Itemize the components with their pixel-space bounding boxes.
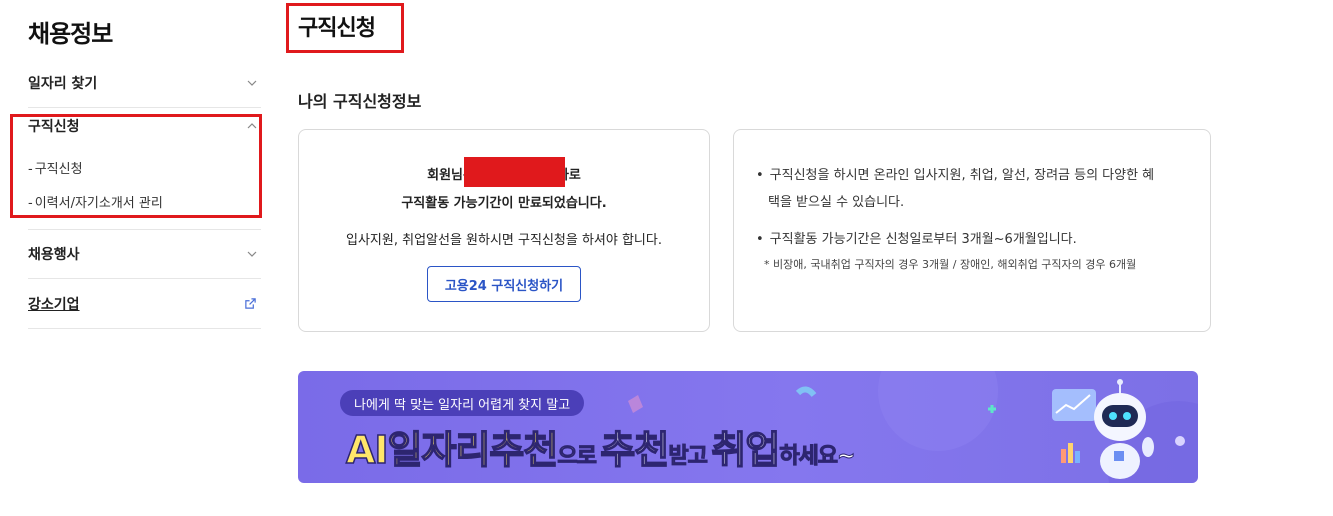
page-title-highlight-box	[286, 3, 404, 53]
status-line-2: 구직활동 가능기간이 만료되었습니다.	[401, 196, 607, 211]
ai-job-recommendation-banner[interactable]: 나에게 딱 맞는 일자리 어렵게 찾지 말고 AI일자리추천으로 추천받고 취업…	[298, 371, 1198, 483]
sidebar-item-label: 일자리 찾기	[28, 75, 98, 92]
banner-headline: AI일자리추천으로 추천받고 취업하세요~	[345, 419, 856, 474]
info-bullet-1-cont: 택을 받으실 수 있습니다.	[768, 195, 905, 210]
banner-headline-part3: 추천	[600, 427, 670, 473]
sidebar-item-small-giant-companies[interactable]: 강소기업	[28, 279, 261, 329]
banner-headline-part5: 취업	[711, 427, 781, 473]
chevron-down-icon	[247, 80, 257, 86]
sidebar-item-label: 강소기업	[28, 296, 80, 313]
banner-headline-ai: AI일자리추천	[345, 427, 559, 473]
sidebar-highlight-box	[10, 114, 262, 218]
sidebar-title: 채용정보	[28, 20, 113, 48]
status-line-3: 입사지원, 취업알선을 원하시면 구직신청을 하셔야 합니다.	[346, 233, 662, 248]
bullet-dot: •	[756, 232, 764, 247]
info-bullet-2-text: 구직활동 가능기간은 신청일로부터 3개월~6개월입니다.	[769, 232, 1077, 247]
info-note: * 비장애, 국내취업 구직자의 경우 3개월 / 장애인, 해외취업 구직자의…	[764, 258, 1137, 271]
info-bullet-1: • 구직신청을 하시면 온라인 입사지원, 취업, 알선, 장려금 등의 다양한 …	[756, 164, 1154, 183]
section-title: 나의 구직신청정보	[298, 92, 422, 111]
sidebar-item-job-events[interactable]: 채용행사	[28, 229, 261, 279]
chevron-down-icon	[247, 251, 257, 257]
info-card: • 구직신청을 하시면 온라인 입사지원, 취업, 알선, 장려금 등의 다양한 …	[733, 129, 1211, 332]
status-card: 회원님은 자로 구직활동 가능기간이 만료되었습니다. 입사지원, 취업알선을 원…	[298, 129, 710, 332]
banner-headline-part4: 받고	[668, 444, 709, 470]
banner-headline-part2: 으로	[557, 444, 598, 470]
info-bullet-1-text: 구직신청을 하시면 온라인 입사지원, 취업, 알선, 장려금 등의 다양한 혜	[769, 168, 1155, 183]
bullet-dot: •	[756, 168, 764, 183]
job-application-button[interactable]: 고용24 구직신청하기	[427, 266, 581, 302]
sidebar-item-label: 채용행사	[28, 246, 80, 263]
banner-headline-part6: 하세요~	[779, 444, 856, 470]
banner-pill: 나에게 딱 맞는 일자리 어렵게 찾지 말고	[340, 390, 585, 416]
info-bullet-2: • 구직활동 가능기간은 신청일로부터 3개월~6개월입니다.	[756, 228, 1077, 247]
redacted-name-box	[464, 157, 565, 187]
sidebar-item-job-search[interactable]: 일자리 찾기	[28, 58, 261, 108]
external-link-icon	[245, 298, 256, 309]
